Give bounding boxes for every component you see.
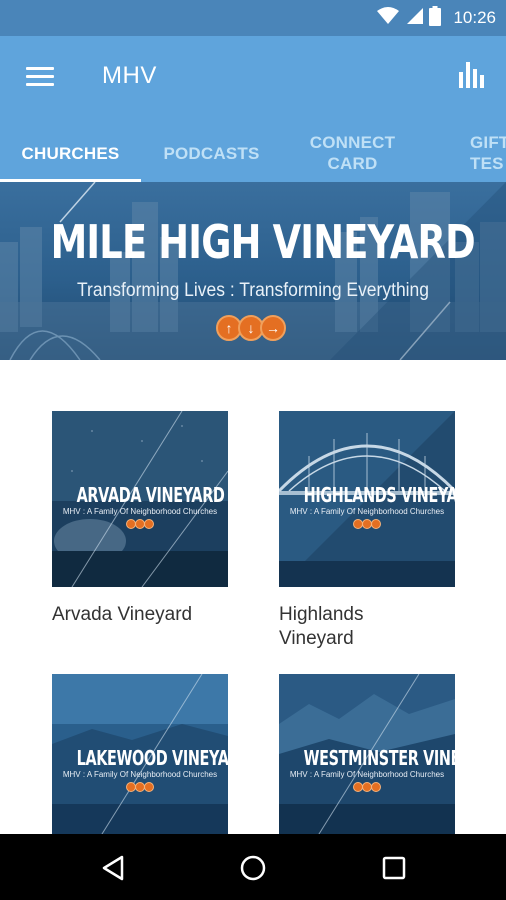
menu-icon[interactable] (26, 64, 54, 88)
status-bar: 10:26 (0, 0, 506, 36)
church-thumbnail: LAKEWOOD VINEYARD MHV : A Family Of Neig… (52, 674, 228, 834)
thumb-title: HIGHLANDS VINEYARD (303, 483, 455, 507)
status-icons: 10:26 (377, 0, 496, 36)
logo-arrows-icon (126, 782, 154, 792)
battery-icon (429, 5, 442, 31)
banner-subtitle: Transforming Lives : Transforming Everyt… (76, 280, 429, 301)
back-icon[interactable] (98, 852, 130, 884)
app-title: MHV (102, 62, 157, 89)
bar-chart-icon[interactable] (458, 60, 488, 90)
thumb-subtitle: MHV : A Family Of Neighborhood Churches (62, 770, 218, 779)
home-icon[interactable] (237, 852, 269, 884)
thumb-title: WESTMINSTER VINEYARD (303, 746, 455, 770)
wifi-icon (377, 6, 400, 30)
church-card-arvada[interactable]: ARVADA VINEYARD MHV : A Family Of Neighb… (52, 411, 228, 627)
tab-connect-card[interactable]: CONNECT CARD (282, 124, 423, 182)
church-thumbnail: WESTMINSTER VINEYARD MHV : A Family Of N… (279, 674, 455, 834)
tab-podcasts[interactable]: PODCASTS (141, 124, 282, 182)
hero-banner: MILE HIGH VINEYARD Transforming Lives : … (0, 182, 506, 360)
church-thumbnail: HIGHLANDS VINEYARD MHV : A Family Of Nei… (279, 411, 455, 587)
thumb-title: ARVADA VINEYARD (76, 483, 225, 507)
signal-icon (405, 7, 424, 30)
tab-gift-test[interactable]: GIFT TES (450, 124, 506, 182)
arrow-right-icon: → (260, 315, 286, 341)
tab-churches[interactable]: CHURCHES (0, 124, 141, 182)
tab-bar: CHURCHES PODCASTS CONNECT CARD GIFT TES (0, 124, 506, 182)
banner-title: MILE HIGH VINEYARD (50, 215, 476, 269)
status-time: 10:26 (453, 8, 496, 27)
logo-arrows-icon (353, 782, 381, 792)
church-name: Arvada Vineyard (52, 604, 193, 625)
church-thumbnail: ARVADA VINEYARD MHV : A Family Of Neighb… (52, 411, 228, 587)
recents-icon[interactable] (378, 852, 410, 884)
logo-arrows: ↑ ↓ → (216, 315, 286, 341)
church-card-lakewood[interactable]: LAKEWOOD VINEYARD MHV : A Family Of Neig… (52, 674, 228, 834)
thumb-title: LAKEWOOD VINEYARD (76, 746, 228, 770)
thumb-subtitle: MHV : A Family Of Neighborhood Churches (289, 507, 445, 516)
church-card-highlands[interactable]: HIGHLANDS VINEYARD MHV : A Family Of Nei… (279, 411, 455, 651)
logo-arrows-icon (126, 519, 154, 529)
church-card-westminster[interactable]: WESTMINSTER VINEYARD MHV : A Family Of N… (279, 674, 455, 834)
app-bar: MHV CHURCHES PODCASTS CONNECT CARD GIFT … (0, 36, 506, 182)
system-nav-bar (0, 834, 506, 900)
church-grid: ARVADA VINEYARD MHV : A Family Of Neighb… (0, 360, 506, 834)
thumb-subtitle: MHV : A Family Of Neighborhood Churches (62, 507, 218, 516)
church-name: Highlands Vineyard (279, 604, 364, 649)
thumb-subtitle: MHV : A Family Of Neighborhood Churches (289, 770, 445, 779)
logo-arrows-icon (353, 519, 381, 529)
